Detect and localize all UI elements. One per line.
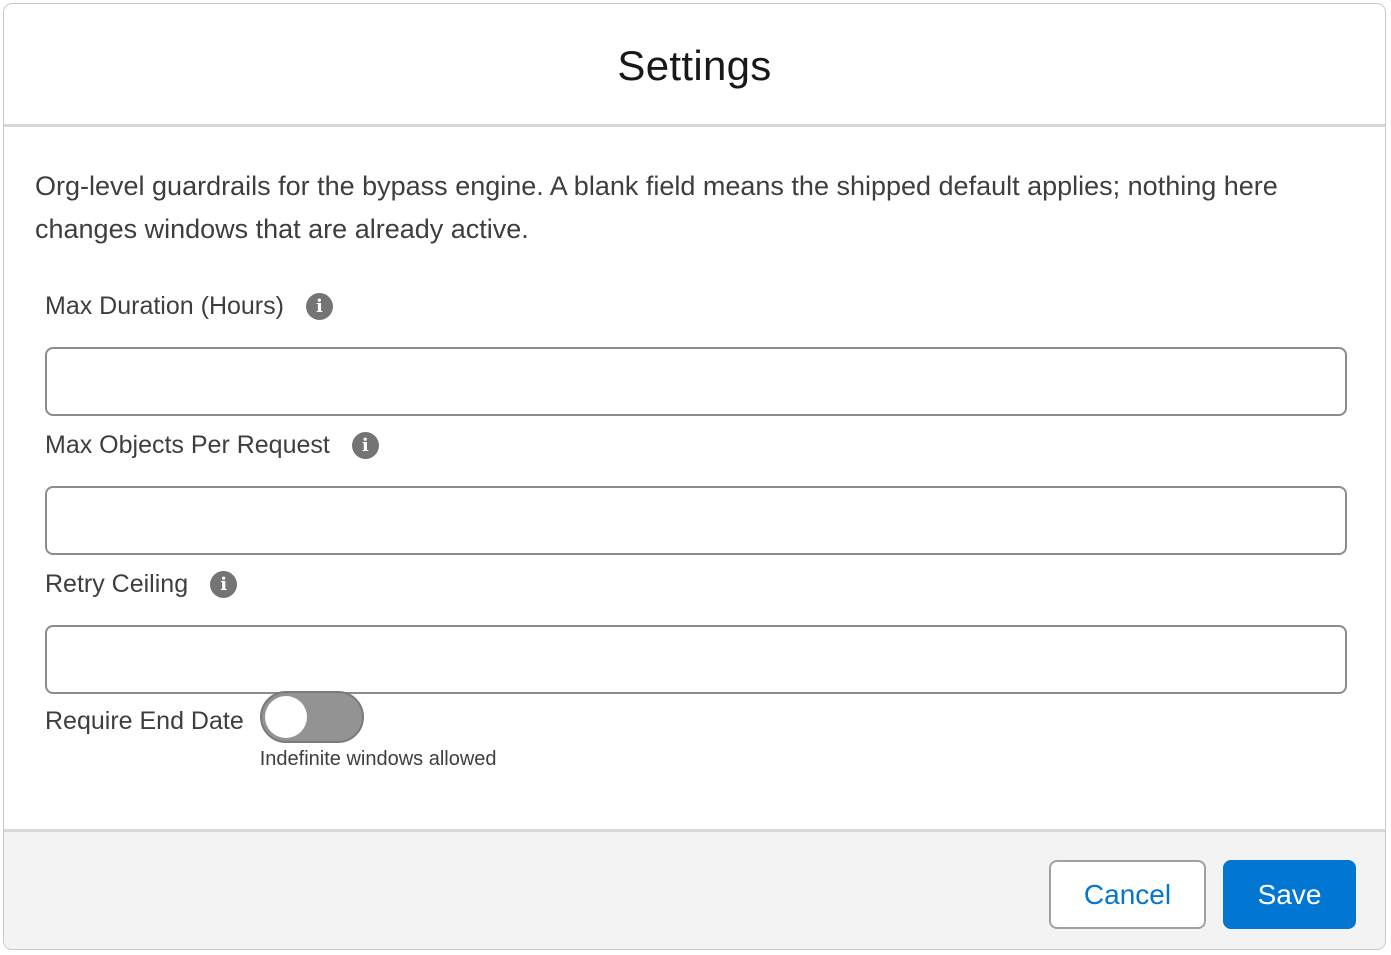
retry-ceiling-input[interactable] (45, 625, 1347, 694)
require-end-date-control: Indefinite windows allowed (259, 691, 497, 771)
modal-header: Settings (4, 4, 1385, 127)
modal-footer: Cancel Save (4, 829, 1385, 949)
info-icon[interactable]: i (351, 431, 379, 459)
modal-title: Settings (617, 42, 772, 89)
save-button[interactable]: Save (1223, 860, 1356, 929)
retry-ceiling-label: Retry Ceiling (45, 569, 189, 598)
cancel-button[interactable]: Cancel (1049, 860, 1206, 929)
settings-modal: Settings Org-level guardrails for the by… (3, 3, 1386, 950)
require-end-date-toggle[interactable] (259, 691, 364, 743)
max-duration-input[interactable] (45, 347, 1347, 416)
max-objects-field: Max Objects Per Request i (45, 427, 1347, 555)
max-duration-label: Max Duration (Hours) (45, 291, 284, 320)
toggle-knob (264, 696, 307, 738)
retry-ceiling-field: Retry Ceiling i (45, 566, 1347, 694)
info-icon[interactable]: i (305, 292, 333, 320)
max-objects-input[interactable] (45, 486, 1347, 555)
info-icon[interactable]: i (210, 570, 238, 598)
toggle-caption: Indefinite windows allowed (259, 748, 497, 770)
max-objects-label-row: Max Objects Per Request i (45, 427, 1347, 463)
modal-body: Org-level guardrails for the bypass engi… (4, 127, 1385, 831)
max-duration-label-row: Max Duration (Hours) i (45, 288, 1347, 324)
max-objects-label: Max Objects Per Request (45, 430, 330, 459)
require-end-date-label: Require End Date (45, 707, 244, 735)
settings-description: Org-level guardrails for the bypass engi… (35, 171, 1278, 244)
retry-ceiling-label-row: Retry Ceiling i (45, 566, 1347, 602)
max-duration-field: Max Duration (Hours) i (45, 288, 1347, 416)
require-end-date-row: Require End Date Indefinite windows allo… (45, 691, 497, 771)
